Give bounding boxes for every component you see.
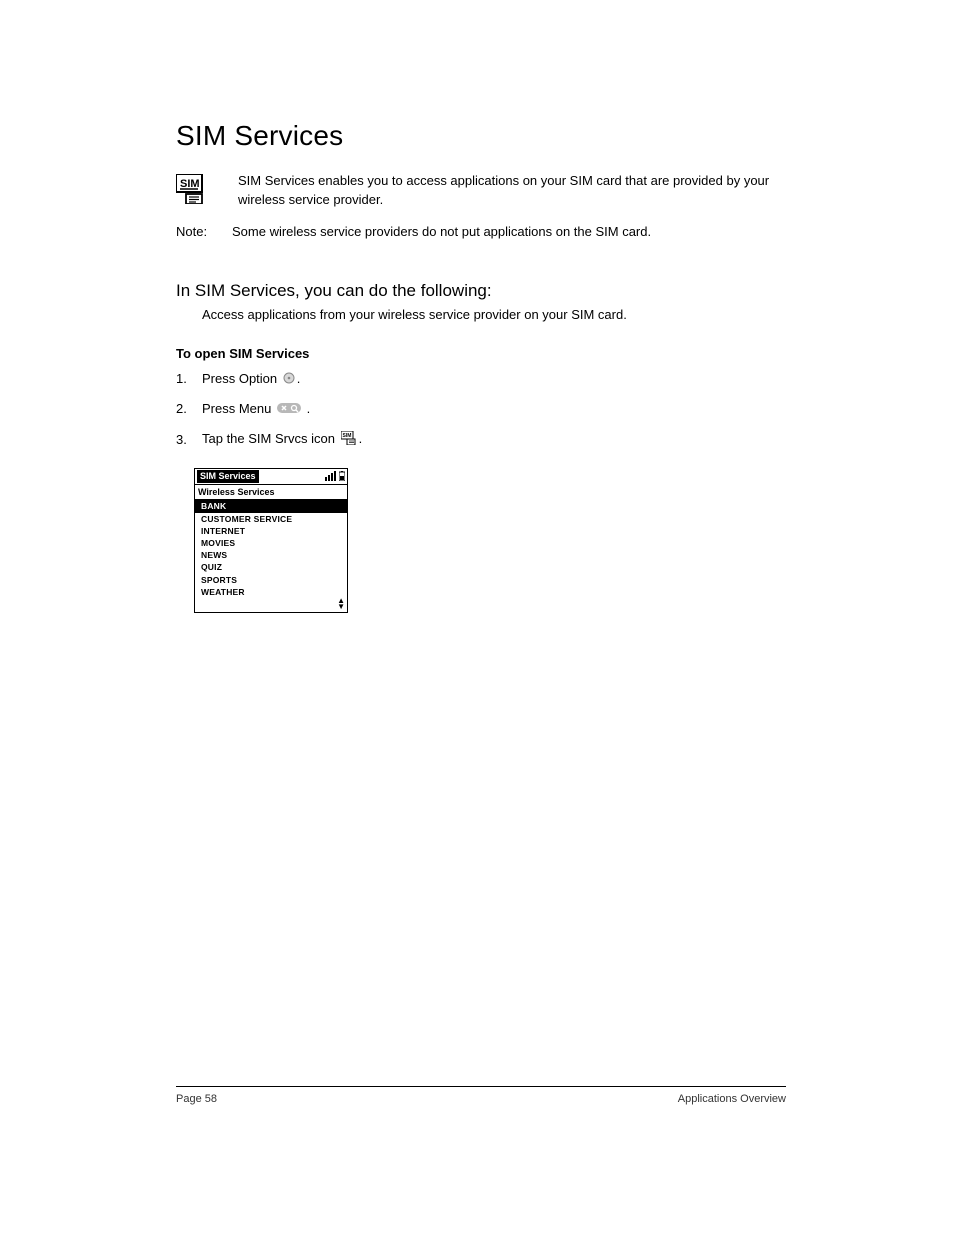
signal-icon [325, 471, 337, 481]
device-screenshot: SIM Services Wireless Services BANK CUST… [194, 468, 348, 613]
step-text: Press Menu . [202, 401, 310, 417]
option-key-icon [283, 372, 295, 387]
note-text: Some wireless service providers do not p… [232, 224, 651, 239]
page-footer: Page 58 Applications Overview [176, 1086, 786, 1105]
step-number: 3. [176, 432, 202, 447]
page-number: Page 58 [176, 1093, 217, 1105]
list-item: QUIZ [195, 561, 347, 573]
step-1: 1. Press Option . [176, 371, 786, 387]
sim-services-icon: SIM [176, 174, 210, 204]
step-text: Press Option . [202, 371, 300, 387]
intro-text: SIM Services enables you to access appli… [238, 172, 786, 210]
screenshot-title-bar: SIM Services [195, 469, 347, 485]
list-item: NEWS [195, 549, 347, 561]
screenshot-subheader: Wireless Services [195, 485, 347, 501]
intro-row: SIM SIM Services enables you to access a… [176, 172, 786, 210]
note-row: Note: Some wireless service providers do… [176, 224, 786, 239]
steps-list: 1. Press Option . 2. Press Menu [176, 371, 786, 448]
page-content: SIM Services SIM SIM Services enables yo… [176, 120, 786, 613]
note-label: Note: [176, 224, 232, 239]
list-item: MOVIES [195, 537, 347, 549]
list-item: BANK [195, 500, 347, 512]
step-2: 2. Press Menu . [176, 401, 786, 417]
list-item: INTERNET [195, 525, 347, 537]
menu-key-icon [277, 402, 301, 417]
step-number: 1. [176, 371, 202, 386]
step-text: Tap the SIM Srvcs icon SIM . [202, 431, 362, 448]
sim-srvcs-small-icon: SIM [341, 431, 357, 448]
list-item: CUSTOMER SERVICE [195, 513, 347, 525]
screenshot-status-icons [325, 471, 345, 481]
svg-text:SIM: SIM [180, 178, 200, 190]
step-number: 2. [176, 401, 202, 416]
battery-icon [339, 471, 345, 481]
steps-heading: To open SIM Services [176, 346, 786, 361]
screenshot-title: SIM Services [197, 470, 259, 483]
svg-text:SIM: SIM [342, 433, 351, 439]
footer-section: Applications Overview [678, 1093, 786, 1105]
section-description: Access applications from your wireless s… [202, 307, 786, 322]
section-heading: In SIM Services, you can do the followin… [176, 281, 786, 301]
list-item: SPORTS [195, 574, 347, 586]
page-title: SIM Services [176, 120, 786, 152]
step-3: 3. Tap the SIM Srvcs icon SIM . [176, 431, 786, 448]
scroll-arrows-icon: ▲▼ [337, 598, 345, 610]
list-item: WEATHER [195, 586, 347, 598]
screenshot-menu: BANK CUSTOMER SERVICE INTERNET MOVIES NE… [195, 500, 347, 612]
